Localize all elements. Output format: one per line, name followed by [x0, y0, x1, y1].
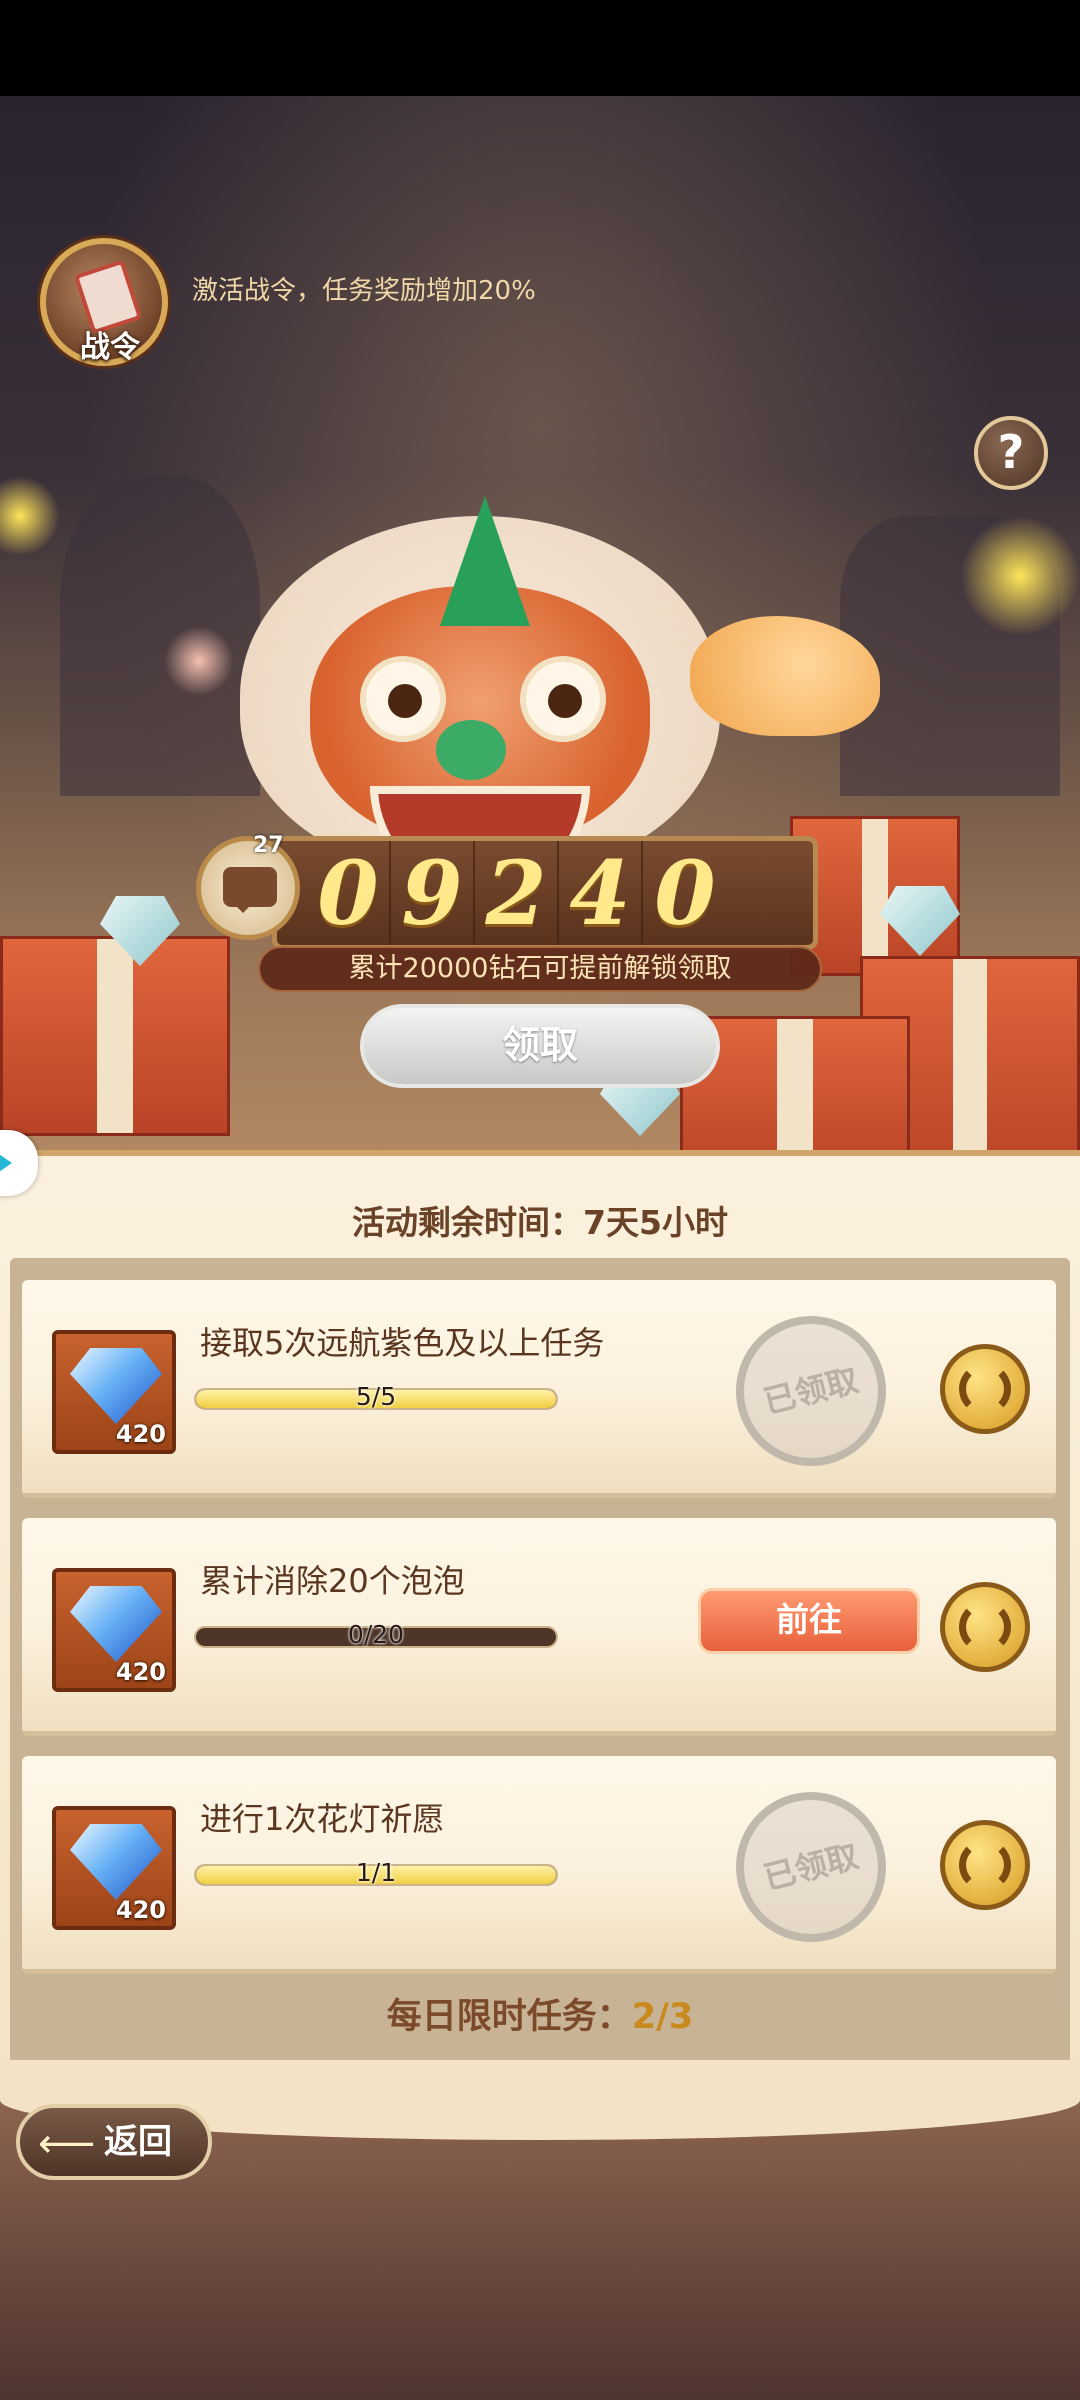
chat-count-badge: 27: [253, 833, 284, 858]
diamond-counter: 0 9 2 4 0: [272, 836, 818, 950]
firework-small: [164, 626, 234, 696]
back-button[interactable]: ⟵ 返回: [16, 2104, 212, 2180]
task-row: 420 接取5次远航紫色及以上任务 5/5 已领取: [22, 1280, 1056, 1498]
counter-digit: 2: [475, 841, 559, 945]
reward-item[interactable]: 420: [52, 1330, 176, 1454]
refresh-button[interactable]: [940, 1820, 1030, 1910]
daily-limit-count: 2/3: [631, 1997, 694, 2037]
claimed-stamp: 已领取: [736, 1792, 886, 1942]
task-progress-text: 0/20: [347, 1620, 405, 1649]
diamond-icon: [70, 1348, 162, 1424]
refresh-button[interactable]: [940, 1344, 1030, 1434]
refresh-icon: [959, 1839, 1011, 1891]
diamond-icon: [70, 1824, 162, 1900]
refresh-icon: [959, 1601, 1011, 1653]
arrow-left-icon: ⟵: [38, 2121, 96, 2167]
remaining-time: 活动剩余时间：7天5小时: [352, 1203, 728, 1242]
pagoda-silhouette: [60, 476, 260, 796]
counter-digit: 9: [391, 841, 475, 945]
counter-digit: 0: [307, 841, 391, 945]
claim-button[interactable]: 领取: [360, 1004, 720, 1088]
daily-limit-label: 每日限时任务：: [386, 1997, 632, 2037]
chat-button[interactable]: 27: [196, 833, 300, 940]
task-row: 420 进行1次花灯祈愿 1/1 已领取: [22, 1756, 1056, 1974]
refresh-button[interactable]: [940, 1582, 1030, 1672]
task-title: 进行1次花灯祈愿: [200, 1800, 445, 1838]
refresh-icon: [959, 1363, 1011, 1415]
chat-bubble-icon: [223, 867, 277, 913]
daily-task-limit: 每日限时任务：2/3: [0, 1988, 1080, 2039]
help-button[interactable]: ?: [974, 416, 1048, 490]
reward-item[interactable]: 420: [52, 1806, 176, 1930]
status-bar: [0, 0, 1080, 96]
diamond-icon: [70, 1586, 162, 1662]
task-progress-text: 1/1: [355, 1858, 397, 1887]
counter-digit: 0: [654, 841, 716, 945]
unlock-tip: 累计20000钻石可提前解锁领取: [258, 946, 822, 992]
reward-item[interactable]: 420: [52, 1568, 176, 1692]
claimed-stamp: 已领取: [736, 1316, 886, 1466]
back-label: 返回: [104, 2122, 172, 2162]
task-progress-text: 5/5: [355, 1382, 397, 1411]
goto-button[interactable]: 前往: [698, 1588, 920, 1654]
task-row: 420 累计消除20个泡泡 0/20 前往: [22, 1518, 1056, 1736]
reward-quantity: 420: [115, 1420, 166, 1448]
battle-pass-label: 战令: [80, 330, 140, 365]
reward-quantity: 420: [115, 1658, 166, 1686]
firework-right: [960, 516, 1080, 636]
gift-box: [0, 936, 230, 1136]
firework-left: [0, 476, 60, 556]
battle-pass-badge[interactable]: 战令: [40, 238, 168, 366]
battle-pass-tip: 激活战令，任务奖励增加20%: [192, 276, 536, 306]
reward-quantity: 420: [115, 1896, 166, 1924]
counter-digit: 4: [559, 841, 643, 945]
task-title: 接取5次远航紫色及以上任务: [200, 1324, 605, 1362]
task-title: 累计消除20个泡泡: [200, 1562, 465, 1600]
